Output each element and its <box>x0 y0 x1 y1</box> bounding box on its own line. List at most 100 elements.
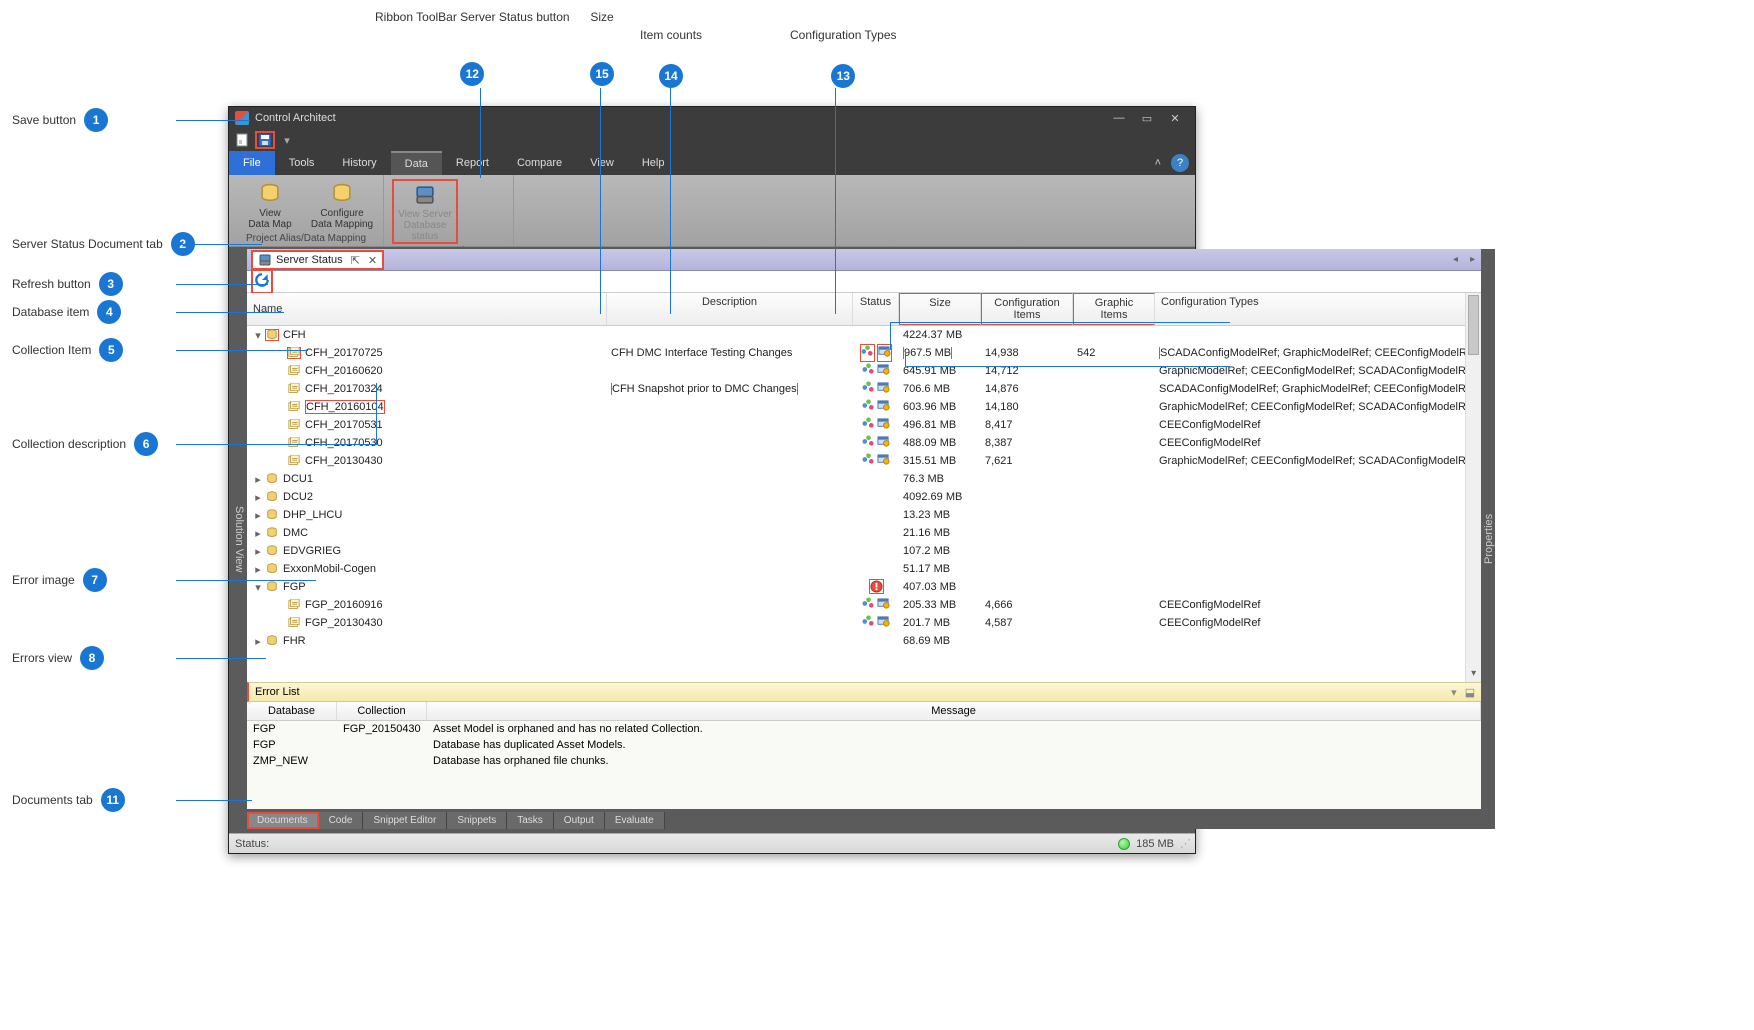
database-row[interactable]: ▸EDVGRIEG107.2 MB <box>247 542 1481 560</box>
collection-row[interactable]: CFH_20160104603.96 MB14,180GraphicModelR… <box>247 398 1481 416</box>
maximize-button[interactable]: ▭ <box>1133 109 1161 127</box>
col-header-description[interactable]: Description <box>607 293 853 325</box>
error-list-dropdown[interactable]: ▾ <box>1451 686 1457 699</box>
view-data-map-button[interactable]: View Data Map <box>237 179 303 231</box>
ribbon-group-server: View Server Database status Server Data … <box>384 175 514 246</box>
properties-tab[interactable]: Properties <box>1483 249 1495 829</box>
tab-data[interactable]: Data <box>391 151 442 175</box>
database-row[interactable]: ▸DCU24092.69 MB <box>247 488 1481 506</box>
collection-row[interactable]: CFH_20170324CFH Snapshot prior to DMC Ch… <box>247 380 1481 398</box>
col-header-config-types[interactable]: Configuration Types <box>1155 293 1481 325</box>
bottom-tab-tasks[interactable]: Tasks <box>507 812 554 829</box>
error-list-row[interactable]: ZMP_NEWDatabase has orphaned file chunks… <box>247 753 1481 769</box>
view-server-status-button[interactable]: View Server Database status <box>392 179 458 244</box>
col-header-graphic-items[interactable]: Graphic Items <box>1073 293 1155 325</box>
vertical-scrollbar[interactable]: ▴ ▾ <box>1465 293 1481 682</box>
bottom-tab-code[interactable]: Code <box>319 812 364 829</box>
database-row[interactable]: ▸FHR68.69 MB <box>247 632 1481 650</box>
item-size: 407.03 MB <box>903 581 956 593</box>
configure-data-mapping-button[interactable]: Configure Data Mapping <box>309 179 375 231</box>
bottom-tab-evaluate[interactable]: Evaluate <box>605 812 665 829</box>
main-pane: Server Status ⇱ ✕ ◂ ▸ Name Description S… <box>245 249 1483 829</box>
item-name: DMC <box>283 527 308 539</box>
tab-tools[interactable]: Tools <box>275 151 329 175</box>
collection-row[interactable]: CFH_20170725CFH DMC Interface Testing Ch… <box>247 344 1481 362</box>
qat-new-button[interactable] <box>233 131 253 149</box>
tab-file[interactable]: File <box>229 151 275 175</box>
scroll-thumb[interactable] <box>1468 295 1479 355</box>
tree-expander[interactable]: ▸ <box>253 545 263 558</box>
database-row[interactable]: ▸DHP_LHCU13.23 MB <box>247 506 1481 524</box>
tab-close-button[interactable]: ✕ <box>368 254 377 267</box>
error-list-pin[interactable]: ⬓ <box>1465 686 1475 699</box>
bottom-tab-snippet-editor[interactable]: Snippet Editor <box>363 812 447 829</box>
tab-compare[interactable]: Compare <box>503 151 576 175</box>
col-header-status[interactable]: Status <box>853 293 899 325</box>
bottom-tab-documents[interactable]: Documents <box>247 812 319 829</box>
item-config-count: 14,876 <box>981 383 1073 395</box>
collection-row[interactable]: CFH_20130430315.51 MB7,621GraphicModelRe… <box>247 452 1481 470</box>
scroll-down-arrow[interactable]: ▾ <box>1466 666 1481 682</box>
error-list-row[interactable]: FGPDatabase has duplicated Asset Models. <box>247 737 1481 753</box>
item-size: 205.33 MB <box>903 599 956 611</box>
tab-nav-prev[interactable]: ◂ <box>1447 254 1464 265</box>
tree-expander[interactable]: ▾ <box>253 581 263 594</box>
error-list-header[interactable]: Error List ▾ ⬓ <box>247 682 1481 702</box>
collection-row[interactable]: CFH_20170531496.81 MB8,417CEEConfigModel… <box>247 416 1481 434</box>
collection-icon <box>287 455 301 467</box>
minimize-button[interactable]: — <box>1105 109 1133 127</box>
tree-expander[interactable]: ▸ <box>253 563 263 576</box>
tree-expander[interactable]: ▸ <box>253 491 263 504</box>
database-row[interactable]: ▾FGP407.03 MB <box>247 578 1481 596</box>
item-size: 201.7 MB <box>903 617 950 629</box>
el-col-database[interactable]: Database <box>247 702 337 720</box>
collection-row[interactable]: CFH_20170530488.09 MB8,387CEEConfigModel… <box>247 434 1481 452</box>
refresh-button[interactable] <box>251 269 273 294</box>
database-row[interactable]: ▸DCU176.3 MB <box>247 470 1481 488</box>
database-row[interactable]: ▸ExxonMobil-Cogen51.17 MB <box>247 560 1481 578</box>
document-tabstrip: Server Status ⇱ ✕ ◂ ▸ <box>247 249 1481 271</box>
database-row[interactable]: ▾CFH4224.37 MB <box>247 326 1481 344</box>
el-col-message[interactable]: Message <box>427 702 1481 720</box>
solution-view-tab[interactable]: Solution View <box>233 249 245 829</box>
error-list-row[interactable]: FGPFGP_20150430Asset Model is orphaned a… <box>247 721 1481 737</box>
col-header-name[interactable]: Name <box>247 293 607 325</box>
grid-body[interactable]: ▾CFH4224.37 MBCFH_20170725CFH DMC Interf… <box>247 326 1481 682</box>
status-memory: 185 MB <box>1136 838 1174 850</box>
item-size: 68.69 MB <box>903 635 950 647</box>
el-msg: Database has duplicated Asset Models. <box>427 738 1481 752</box>
collection-row[interactable]: FGP_20160916205.33 MB4,666CEEConfigModel… <box>247 596 1481 614</box>
tab-help[interactable]: Help <box>628 151 679 175</box>
grid-header: Name Description Status Size Configurati… <box>247 293 1481 326</box>
bottom-tab-snippets[interactable]: Snippets <box>447 812 507 829</box>
el-col-collection[interactable]: Collection <box>337 702 427 720</box>
tree-expander[interactable]: ▸ <box>253 527 263 540</box>
save-button[interactable] <box>255 131 275 149</box>
collection-row[interactable]: CFH_20160620645.91 MB14,712GraphicModelR… <box>247 362 1481 380</box>
collection-icon <box>287 419 301 431</box>
collection-row[interactable]: FGP_20130430201.7 MB4,587CEEConfigModelR… <box>247 614 1481 632</box>
ribbon-collapse-chevron[interactable]: ˄ <box>1155 157 1161 169</box>
tree-expander[interactable]: ▸ <box>253 635 263 648</box>
help-button[interactable]: ? <box>1171 154 1189 172</box>
resize-grip-icon[interactable]: ⋰ <box>1180 837 1189 850</box>
tab-nav-next[interactable]: ▸ <box>1464 254 1481 265</box>
config-asset-model-icon <box>862 435 875 451</box>
tree-expander[interactable]: ▸ <box>253 509 263 522</box>
app-icon <box>235 111 249 125</box>
qat-dropdown[interactable]: ▾ <box>277 131 297 149</box>
bottom-tab-output[interactable]: Output <box>554 812 605 829</box>
pin-button[interactable]: ⇱ <box>351 254 360 267</box>
col-header-config-items[interactable]: Configuration Items <box>981 293 1073 325</box>
close-button[interactable]: ✕ <box>1161 109 1189 127</box>
error-list-body[interactable]: FGPFGP_20150430Asset Model is orphaned a… <box>247 721 1481 809</box>
item-description: CFH DMC Interface Testing Changes <box>611 347 792 359</box>
server-status-doc-tab[interactable]: Server Status ⇱ ✕ <box>251 250 384 270</box>
col-header-size[interactable]: Size <box>899 293 981 325</box>
tab-history[interactable]: History <box>328 151 390 175</box>
tree-expander[interactable]: ▾ <box>253 329 263 342</box>
database-row[interactable]: ▸DMC21.16 MB <box>247 524 1481 542</box>
tree-expander[interactable]: ▸ <box>253 473 263 486</box>
tab-view[interactable]: View <box>576 151 628 175</box>
tab-report[interactable]: Report <box>442 151 503 175</box>
